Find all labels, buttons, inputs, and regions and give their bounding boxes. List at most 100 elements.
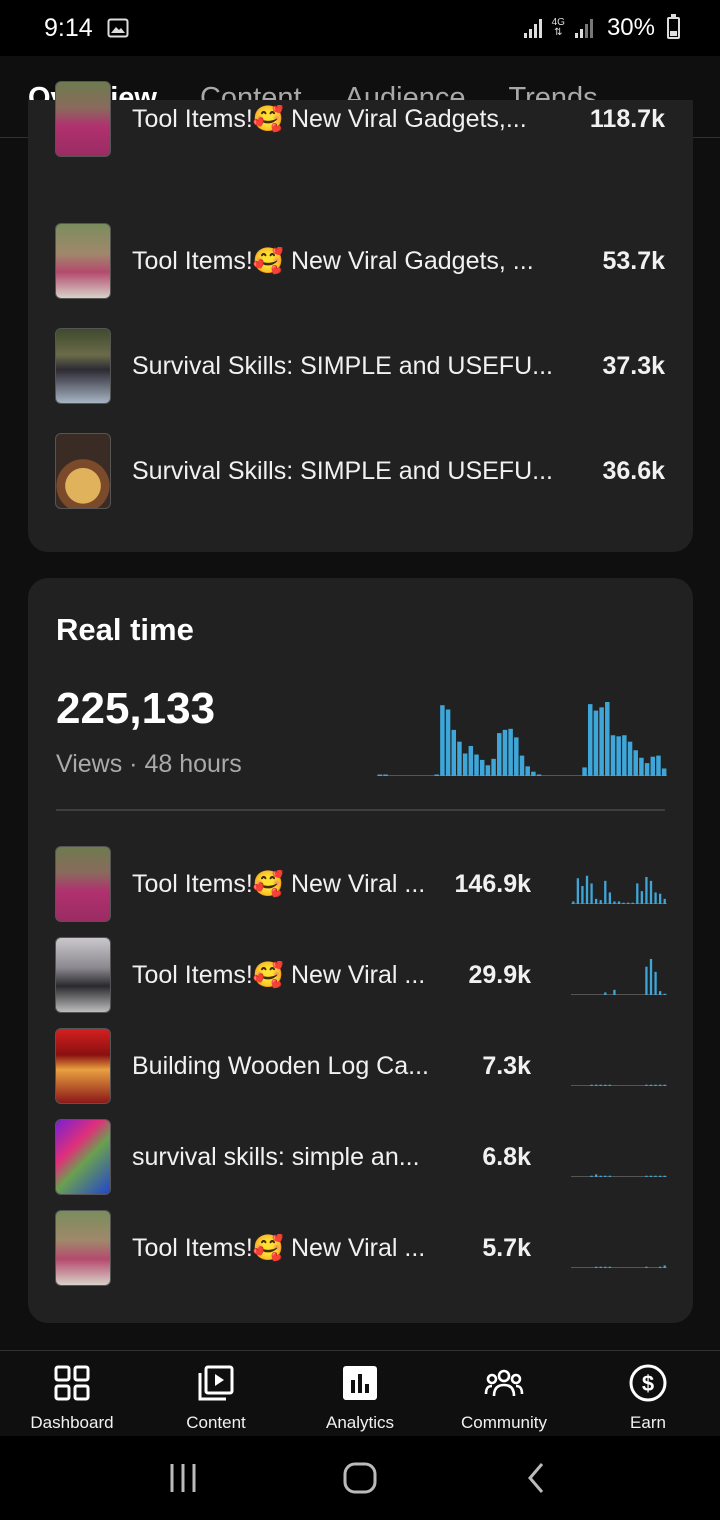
chart-bar (656, 755, 661, 776)
nav-dashboard[interactable]: Dashboard (0, 1351, 144, 1436)
list-item[interactable]: survival skills: simple an... 6.8k (55, 1119, 667, 1195)
chart-bar (622, 735, 627, 776)
list-item[interactable]: Tool Items!🥰 New Viral ... 5.7k (55, 1210, 667, 1286)
sparkline-bar (659, 893, 662, 904)
chart-bar (525, 766, 530, 776)
sparkline-bar (599, 1084, 602, 1086)
chart-bar (462, 753, 468, 776)
sparkline-bar (617, 901, 621, 904)
video-views: 118.7k (589, 104, 665, 133)
video-thumbnail (55, 846, 111, 922)
battery-percent: 30% (606, 14, 655, 41)
recent-apps-icon[interactable] (163, 1458, 203, 1498)
list-item[interactable]: Tool Items!🥰 New Viral ... 29.9k (55, 937, 667, 1013)
network-type: 4G ⇅ (551, 17, 565, 38)
chart-bar (485, 765, 491, 776)
chart-bar (474, 754, 479, 776)
chart-bar (610, 735, 616, 776)
sparkline-bar (604, 1266, 607, 1268)
chart-bar (445, 709, 451, 776)
video-thumbnail (55, 1210, 111, 1286)
video-thumbnail (55, 81, 111, 157)
video-views: 53.7k (602, 246, 665, 275)
list-item[interactable]: Tool Items!🥰 New Viral ... 146.9k (55, 846, 667, 922)
sparkline-bar (595, 898, 598, 904)
sparkline-bar (599, 900, 602, 904)
sparkline-bar (659, 991, 662, 995)
nav-content[interactable]: Content (144, 1351, 288, 1436)
video-title: Tool Items!🥰 New Viral ... (132, 960, 426, 989)
chart-bar (661, 768, 667, 776)
sparkline-bar (659, 1266, 662, 1268)
chart-bar (650, 756, 656, 776)
realtime-title: Real time (56, 612, 194, 647)
chart-bar (514, 737, 519, 776)
video-thumbnail (55, 328, 111, 404)
video-sparkline (571, 1084, 667, 1086)
sparkline-bar (604, 1084, 607, 1086)
chart-bar (377, 774, 383, 776)
video-title: Survival Skills: SIMPLE and USEFU... (132, 351, 553, 380)
video-sparkline (571, 959, 667, 995)
video-thumbnail (55, 1028, 111, 1104)
chart-bar (434, 774, 439, 776)
video-thumbnail (55, 937, 111, 1013)
sparkline-bar (585, 875, 589, 904)
list-item[interactable]: Tool Items!🥰 New Viral Gadgets, ... 53.7… (55, 223, 665, 299)
sparkline-bar (599, 1266, 602, 1268)
sparkline-bar (645, 877, 648, 904)
sparkline-bar (613, 901, 616, 904)
sparkline-bar (663, 1084, 666, 1086)
list-item[interactable]: Survival Skills: SIMPLE and USEFU... 36.… (55, 433, 665, 509)
video-title: Survival Skills: SIMPLE and USEFU... (132, 456, 553, 485)
list-item[interactable]: Survival Skills: SIMPLE and USEFU... 37.… (55, 328, 665, 404)
content-icon (198, 1365, 234, 1401)
sparkline-bar (590, 883, 593, 904)
sparkline-bar (663, 1265, 666, 1268)
list-item[interactable]: Tool Items!🥰 New Viral Gadgets,... 118.7… (55, 81, 665, 157)
chart-bar (599, 707, 604, 776)
sparkline-bar (608, 1266, 611, 1268)
nav-community[interactable]: Community (432, 1351, 576, 1436)
sparkline-bar (654, 1175, 657, 1177)
sparkline-bar (590, 1175, 593, 1177)
video-thumbnail (55, 1119, 111, 1195)
chart-bar (440, 705, 445, 776)
chart-bar (536, 774, 542, 776)
sparkline-bar (572, 901, 575, 904)
realtime-bar-chart (377, 702, 667, 776)
chart-bar (639, 757, 644, 776)
realtime-card[interactable]: Real time 225,133 Views · 48 hours Tool … (28, 578, 693, 1323)
home-icon[interactable] (340, 1458, 380, 1498)
top-content-card: Tool Items!🥰 New Viral Gadgets,... 118.7… (28, 81, 693, 552)
battery-icon (667, 14, 680, 39)
gallery-icon (107, 18, 129, 38)
video-views: 36.6k (602, 456, 665, 485)
chart-bar (508, 728, 513, 776)
sparkline-bar (659, 1084, 662, 1086)
chart-bar (593, 710, 599, 776)
sparkline-bar (649, 1175, 653, 1177)
nav-analytics[interactable]: Analytics (288, 1351, 432, 1436)
realtime-subtitle: Views · 48 hours (56, 750, 242, 778)
nav-label: Dashboard (30, 1413, 114, 1432)
video-views: 29.9k (468, 960, 531, 989)
chart-bar (479, 759, 485, 776)
nav-label: Earn (630, 1413, 666, 1432)
sparkline-bar (649, 959, 653, 995)
nav-earn[interactable]: $ Earn (576, 1351, 720, 1436)
chart-bar (451, 729, 457, 776)
chart-bar (519, 755, 525, 776)
chart-bar (457, 741, 462, 776)
video-sparkline (571, 1265, 667, 1268)
chart-bar (627, 741, 633, 776)
video-views: 7.3k (482, 1051, 531, 1080)
nav-label: Content (186, 1413, 246, 1432)
sparkline-bar (663, 993, 666, 995)
video-sparkline (571, 875, 667, 904)
video-title: Tool Items!🥰 New Viral Gadgets, ... (132, 246, 534, 275)
back-icon[interactable] (517, 1458, 557, 1498)
dashboard-icon (54, 1365, 90, 1401)
chart-bar (605, 702, 610, 776)
list-item[interactable]: Building Wooden Log Ca... 7.3k (55, 1028, 667, 1104)
